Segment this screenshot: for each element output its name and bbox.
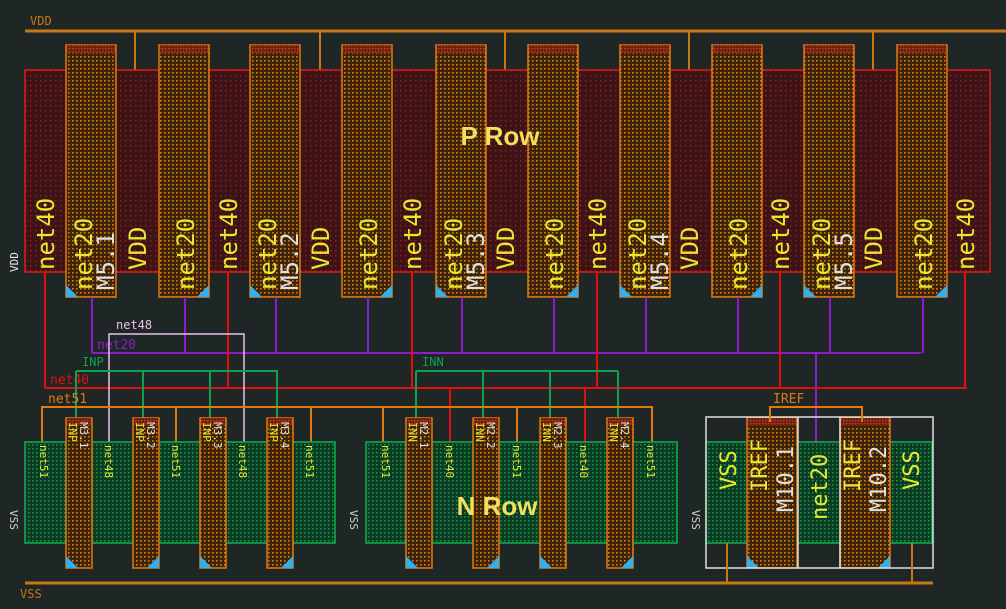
gate-contact-cap [160,45,208,53]
diffusion-net-label: net40 [215,198,243,270]
gate-contact-cap [805,45,853,53]
device-name-label: M5.4 [646,232,674,290]
gate-contact-cap [251,45,299,53]
device-name-label: M5.1 [92,232,120,290]
net48-label: net48 [116,318,152,332]
inp-label: INP [82,355,104,369]
p-row-title: P Row [461,121,541,151]
diffusion-net-label: VDD [492,227,520,270]
diffusion-net-label: net51 [379,445,392,478]
n-row-side-label: VSS [689,510,702,530]
diffusion-net-label: net51 [37,445,50,478]
n-row-title: N Row [457,491,539,521]
diffusion-net-label: net40 [443,445,456,478]
device-name-label: M3.4 [278,422,291,449]
p-row-side-label: VDD [8,252,21,272]
vdd-rail-label: VDD [30,14,52,28]
device-name-label: M5.3 [462,232,490,290]
gate-contact-cap [343,45,391,53]
gate-net-label: net20 [725,218,753,290]
gate-contact-cap [67,45,115,53]
gate-contact-cap [898,45,946,53]
iref-label: IREF [773,392,804,407]
n-row-side-label: VSS [7,510,20,530]
diffusion-net-label: net20 [808,454,833,520]
diffusion-net-label: net51 [303,445,316,478]
gate-net-label: net20 [910,218,938,290]
gate-net-label: IREF [841,439,866,492]
diffusion-net-label: net51 [169,445,182,478]
gate-contact-cap [748,418,796,426]
diffusion-net-label: VSS [717,450,742,490]
diffusion-net-label: net51 [510,445,523,478]
device-name-label: M2.2 [484,422,497,449]
device-name-label: M3.1 [77,422,90,449]
gate-contact-cap [437,45,485,53]
diffusion-net-label: VDD [676,227,704,270]
gate-contact-cap [713,45,761,53]
vss-rail-label: VSS [20,587,42,601]
diffusion-net-label: net40 [577,445,590,478]
net20-label: net20 [97,338,136,353]
device-name-label: M2.3 [551,422,564,449]
gate-contact-cap [621,45,669,53]
device-name-label: M2.4 [618,422,631,449]
device-name-label: M5.5 [830,232,858,290]
device-name-label: M10.1 [774,446,799,512]
diffusion-net-label: net40 [32,198,60,270]
device-name-label: M2.1 [417,422,430,449]
device-name-label: M3.3 [211,422,224,449]
diffusion-net-label: VDD [307,227,335,270]
gate-net-label: IREF [748,439,773,492]
device-name-label: M10.2 [867,446,892,512]
gate-contact-cap [529,45,577,53]
diffusion-net-label: net40 [767,198,795,270]
layout-canvas: VDD net20 M5.1 net20 net20 M5.2 net20 net20 M5.3… [0,0,1006,609]
diffusion-net-label: net40 [952,198,980,270]
gate-net-label: net20 [355,218,383,290]
device-name-label: M3.2 [144,422,157,449]
diffusion-net-label: VSS [900,450,925,490]
diffusion-net-label: net48 [102,445,115,478]
diffusion-net-label: net48 [236,445,249,478]
inn-label: INN [422,355,444,369]
layout-view: VDD net20 M5.1 net20 net20 M5.2 net20 net20 M5.3… [7,14,1006,601]
diffusion-net-label: VDD [124,227,152,270]
diffusion-net-label: net40 [584,198,612,270]
n-row-side-label: VSS [347,510,360,530]
diffusion-net-label: net51 [644,445,657,478]
gate-contact-cap [841,418,889,426]
diffusion-net-label: net40 [399,198,427,270]
net51-label: net51 [48,392,87,407]
diffusion-net-label: VDD [860,227,888,270]
gate-net-label: net20 [541,218,569,290]
net40-label: net40 [50,373,89,388]
gate-net-label: net20 [172,218,200,290]
device-name-label: M5.2 [276,232,304,290]
